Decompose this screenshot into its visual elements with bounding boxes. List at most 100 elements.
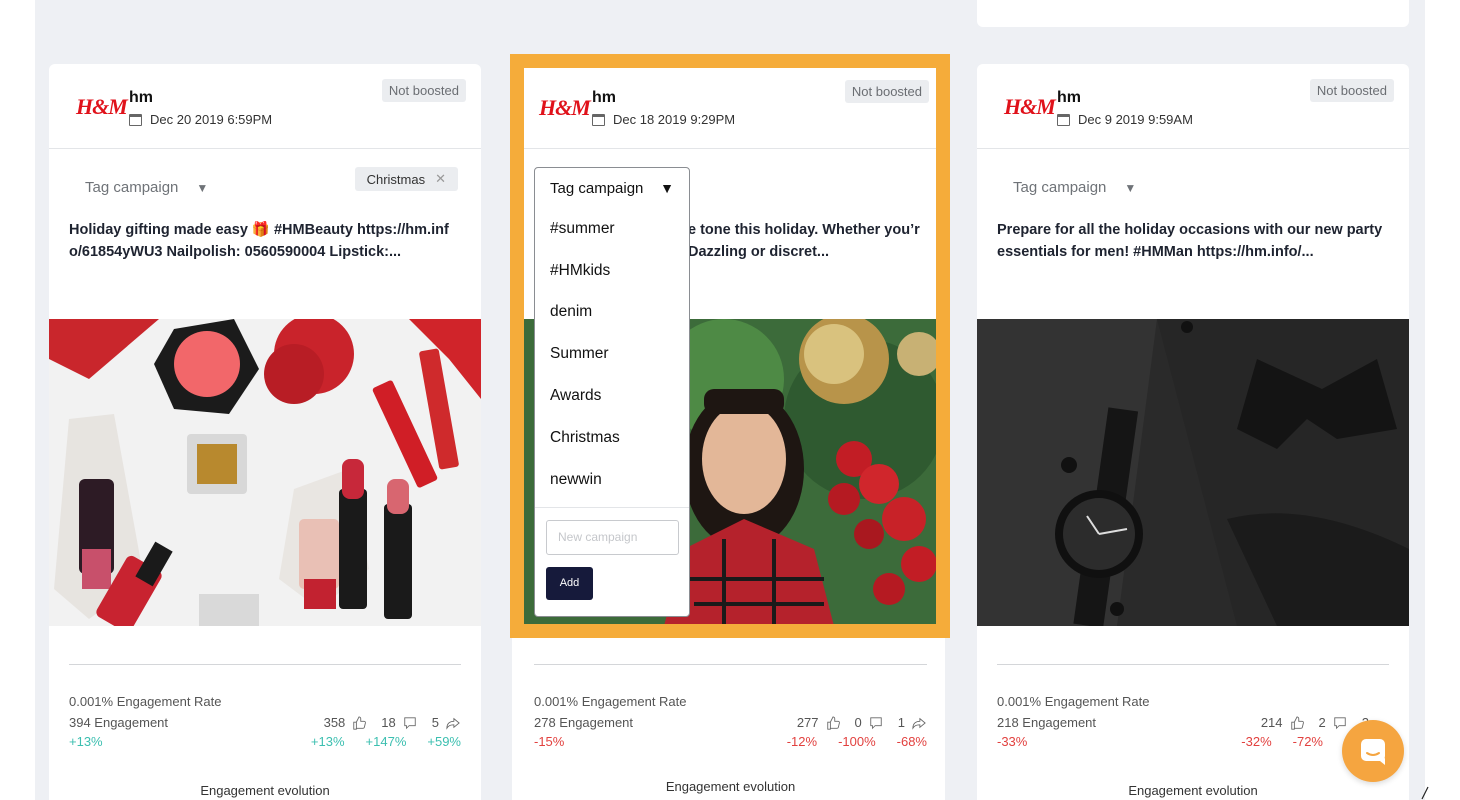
- beauty-products-image: [49, 319, 481, 626]
- metrics: 277 0 1: [797, 715, 927, 730]
- caption-line: e tone this holiday. Whether you’r: [688, 222, 920, 238]
- calendar-icon: [1057, 113, 1070, 126]
- comments-metric: 0: [855, 715, 884, 730]
- post-header: H&M hm Dec 18 2019 9:29PM Not boosted: [524, 68, 937, 149]
- metrics: 358 18 5: [324, 715, 461, 730]
- likes-metric: 358: [324, 715, 368, 730]
- campaign-chip: Christmas ✕: [354, 167, 458, 191]
- comment-icon: [870, 716, 882, 729]
- engagement-row: 394 Engagement 358 18 5: [69, 715, 461, 730]
- account-name[interactable]: hm: [592, 89, 616, 107]
- post-date: Dec 20 2019 6:59PM: [129, 112, 272, 127]
- metric-changes: -32% -72%: [1241, 734, 1323, 749]
- metric-changes: +13% +147% +59%: [311, 734, 461, 749]
- chat-icon: [1361, 739, 1385, 765]
- engagement-rate: 0.001% Engagement Rate: [534, 694, 687, 709]
- post-header: H&M hm Dec 9 2019 9:59AM Not boosted: [977, 64, 1409, 149]
- add-campaign-button[interactable]: Add: [546, 566, 593, 600]
- post-image-beauty[interactable]: [49, 319, 481, 626]
- campaign-option-hmkids[interactable]: #HMkids: [535, 250, 689, 292]
- caption-line: Dazzling or discret...: [688, 244, 829, 260]
- likes-metric: 214: [1261, 715, 1305, 730]
- campaign-option-awards[interactable]: Awards: [535, 375, 689, 417]
- tag-campaign-label: Tag campaign: [85, 179, 179, 196]
- engagement-row: 218 Engagement 214 2 2: [997, 715, 1389, 730]
- change-row: -15% -12% -100% -68%: [534, 734, 927, 749]
- brand-logo: H&M: [1004, 94, 1056, 119]
- engagement-change: -15%: [534, 734, 565, 749]
- comments-count: 0: [854, 715, 862, 730]
- share-icon: [446, 717, 460, 730]
- post-caption: Prepare for all the holiday occasions wi…: [977, 219, 1409, 319]
- menswear-watch-image: [977, 319, 1409, 626]
- comments-metric: 18: [381, 715, 417, 730]
- post-card-3: H&M hm Dec 9 2019 9:59AM Not boosted Tag…: [977, 64, 1409, 800]
- account-name[interactable]: hm: [1057, 89, 1081, 107]
- engagement-total: 394 Engagement: [69, 715, 169, 730]
- likes-count: 277: [796, 715, 819, 730]
- engagement-change: +13%: [69, 734, 103, 749]
- tag-campaign-dropdown: Tag campaign ▼ #summer #HMkids denim Sum…: [534, 167, 690, 617]
- tag-campaign-select-open[interactable]: Tag campaign ▼: [535, 168, 689, 208]
- campaign-chip-label: Christmas: [366, 171, 426, 187]
- shares-change: -68%: [896, 734, 927, 749]
- tag-campaign-select[interactable]: Tag campaign ▼: [85, 179, 208, 196]
- close-icon[interactable]: ✕: [435, 171, 446, 187]
- campaign-option-denim[interactable]: denim: [535, 292, 689, 334]
- account-name[interactable]: hm: [129, 89, 153, 107]
- post-stats: 0.001% Engagement Rate 394 Engagement 35…: [49, 664, 481, 749]
- change-row: +13% +13% +147% +59%: [69, 734, 461, 749]
- campaign-option-christmas[interactable]: Christmas: [535, 417, 689, 459]
- engagement-evolution-title: Engagement evolution: [1128, 783, 1258, 798]
- shares-count: 1: [897, 715, 905, 730]
- calendar-icon: [592, 113, 605, 126]
- engagement-rate: 0.001% Engagement Rate: [69, 694, 222, 709]
- tag-row: Tag campaign ▼ Christmas ✕: [49, 149, 481, 219]
- engagement-change: -33%: [997, 734, 1028, 749]
- post-header: H&M hm Dec 20 2019 6:59PM Not boosted: [49, 64, 481, 149]
- post-date-text: Dec 9 2019 9:59AM: [1078, 112, 1193, 127]
- share-icon: [912, 717, 926, 730]
- comments-metric: 2: [1319, 715, 1348, 730]
- post-card-1: H&M hm Dec 20 2019 6:59PM Not boosted Ta…: [49, 64, 481, 800]
- likes-change: -32%: [1241, 734, 1272, 749]
- boost-status-badge: Not boosted: [1309, 79, 1394, 102]
- likes-metric: 277: [797, 715, 841, 730]
- divider: [534, 664, 927, 665]
- comments-count: 18: [381, 715, 396, 730]
- comments-change: -100%: [838, 734, 876, 749]
- post-image-menswear[interactable]: [977, 319, 1409, 626]
- thumbs-up-icon: [1290, 715, 1304, 730]
- engagement-total: 218 Engagement: [997, 715, 1097, 730]
- shares-metric: 5: [432, 715, 461, 730]
- caret-down-icon: ▼: [660, 180, 674, 196]
- campaign-option-newwin[interactable]: newwin: [535, 459, 689, 501]
- caret-down-icon: ▼: [196, 180, 209, 195]
- post-stats: 0.001% Engagement Rate 278 Engagement 27…: [524, 664, 937, 749]
- post-caption: Holiday gifting made easy 🎁 #HMBeauty ht…: [49, 219, 481, 319]
- tag-campaign-select[interactable]: Tag campaign ▼: [1013, 179, 1136, 196]
- caption-line: essentials for men! #HMMan https://hm.in…: [997, 244, 1314, 260]
- new-campaign-input[interactable]: [546, 519, 679, 555]
- likes-change: -12%: [786, 734, 818, 749]
- comments-change: +147%: [365, 734, 407, 749]
- campaign-option-summer-hashtag[interactable]: #summer: [535, 208, 689, 250]
- tag-campaign-label: Tag campaign: [550, 179, 644, 197]
- engagement-row: 278 Engagement 277 0 1: [534, 715, 927, 730]
- likes-count: 358: [323, 715, 346, 730]
- comments-count: 2: [1318, 715, 1326, 730]
- engagement-rate: 0.001% Engagement Rate: [997, 694, 1150, 709]
- comment-icon: [1334, 716, 1346, 729]
- resize-cursor-icon: [1421, 786, 1429, 800]
- comment-icon: [404, 716, 416, 729]
- brand-logo: H&M: [539, 95, 591, 120]
- post-date-text: Dec 20 2019 6:59PM: [150, 112, 273, 127]
- comments-change: -72%: [1292, 734, 1323, 749]
- campaign-option-summer[interactable]: Summer: [535, 333, 689, 375]
- caption-line: o/61854yWU3 Nailpolish: 0560590004 Lipst…: [69, 244, 402, 260]
- shares-count: 5: [431, 715, 439, 730]
- divider: [997, 664, 1389, 665]
- post-stats: 0.001% Engagement Rate 218 Engagement 21…: [977, 664, 1409, 749]
- thumbs-up-icon: [826, 715, 840, 730]
- chat-launcher-button[interactable]: [1342, 720, 1404, 782]
